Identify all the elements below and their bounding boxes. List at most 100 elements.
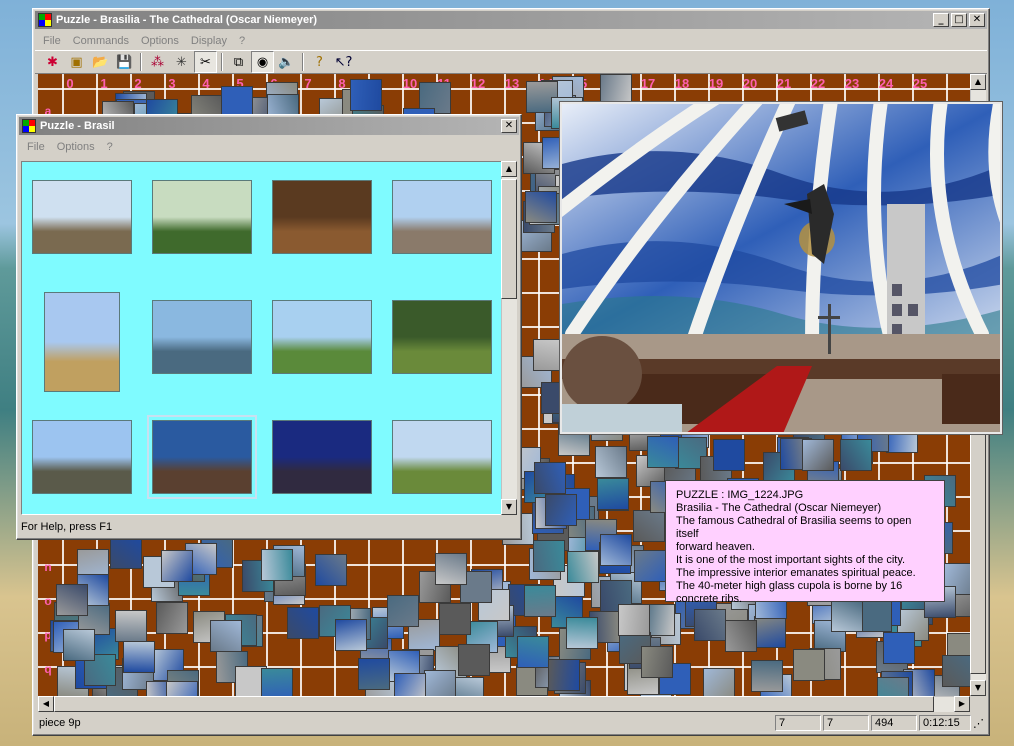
thumbnail-harbor-view[interactable] — [152, 300, 252, 374]
thumbnail-cathedral-interior[interactable] — [147, 415, 257, 499]
puzzle-piece[interactable] — [517, 636, 549, 668]
menu-commands[interactable]: Commands — [67, 35, 135, 47]
scatter-icon[interactable]: ✳ — [170, 51, 193, 73]
thumbnail-lighthouse-fort[interactable] — [32, 180, 132, 254]
scroll-right-arrow-icon[interactable]: ▶ — [954, 696, 970, 712]
puzzle-piece[interactable] — [210, 620, 242, 652]
puzzle-piece[interactable] — [877, 677, 909, 696]
context-help-icon[interactable]: ↖? — [332, 51, 355, 73]
copy-icon[interactable]: ⧉ — [227, 51, 250, 73]
puzzle-piece[interactable] — [840, 439, 872, 471]
puzzle-piece[interactable] — [110, 537, 142, 569]
scroll-up-arrow-icon[interactable]: ▲ — [501, 161, 517, 177]
puzzle-piece[interactable] — [566, 617, 598, 649]
scroll-down-arrow-icon[interactable]: ▼ — [501, 499, 517, 515]
maximize-button[interactable]: □ — [951, 13, 967, 27]
thumbnail-plaza-trees[interactable] — [152, 180, 252, 254]
puzzle-piece[interactable] — [633, 510, 665, 542]
puzzle-piece[interactable] — [793, 649, 825, 681]
puzzle-piece[interactable] — [567, 551, 599, 583]
puzzle-piece[interactable] — [548, 659, 580, 691]
thumbnail-garden-sculpture[interactable] — [392, 300, 492, 374]
scroll-thumb[interactable] — [54, 696, 934, 712]
puzzle-piece[interactable] — [545, 494, 577, 526]
main-titlebar[interactable]: Puzzle - Brasilia - The Cathedral (Oscar… — [35, 11, 987, 29]
thumbnail-colonial-street[interactable] — [392, 180, 492, 254]
menu-help[interactable]: ? — [233, 35, 251, 47]
thumbnail-white-church[interactable] — [392, 420, 492, 494]
puzzle-piece[interactable] — [942, 655, 970, 687]
resize-grip-icon[interactable]: ⋰ — [973, 717, 987, 730]
thumbnail-church-altar[interactable] — [272, 180, 372, 254]
puzzle-piece[interactable] — [751, 660, 783, 692]
thumbnail-congress-towers[interactable] — [32, 420, 132, 494]
gallery-vertical-scrollbar[interactable]: ▲ ▼ — [501, 161, 517, 515]
puzzle-piece[interactable] — [600, 534, 632, 566]
gallery-menu-help[interactable]: ? — [101, 141, 119, 153]
puzzle-piece[interactable] — [634, 550, 666, 582]
puzzle-piece[interactable] — [123, 641, 155, 673]
puzzle-piece[interactable] — [694, 609, 726, 641]
puzzle-piece[interactable] — [525, 191, 557, 223]
board-horizontal-scrollbar[interactable]: ◀ ▶ — [38, 696, 970, 712]
menu-display[interactable]: Display — [185, 35, 233, 47]
save-icon[interactable]: 💾 — [113, 51, 136, 73]
puzzle-piece[interactable] — [387, 595, 419, 627]
puzzle-piece[interactable] — [713, 439, 745, 471]
puzzle-piece[interactable] — [63, 629, 95, 661]
scroll-up-arrow-icon[interactable]: ▲ — [970, 74, 986, 90]
puzzle-piece[interactable] — [335, 619, 367, 651]
sound-icon[interactable]: 🔈 — [275, 51, 298, 73]
sort-pieces-icon[interactable]: ⁂ — [146, 51, 169, 73]
thumbnail-park-fountains[interactable] — [272, 300, 372, 374]
cut-icon[interactable]: ✂ — [194, 51, 217, 73]
gallery-close-button[interactable]: ✕ — [501, 119, 517, 133]
puzzle-piece[interactable] — [618, 604, 650, 636]
puzzle-piece[interactable] — [524, 585, 556, 617]
puzzle-piece[interactable] — [754, 616, 786, 648]
puzzle-piece[interactable] — [725, 620, 757, 652]
scroll-down-arrow-icon[interactable]: ▼ — [970, 680, 986, 696]
open-icon[interactable]: 📂 — [89, 51, 112, 73]
puzzle-piece[interactable] — [533, 540, 565, 572]
puzzle-piece[interactable] — [261, 668, 293, 696]
puzzle-piece[interactable] — [56, 584, 88, 616]
gallery-menu-options[interactable]: Options — [51, 141, 101, 153]
thumbnail-blue-sanctuary[interactable] — [272, 420, 372, 494]
puzzle-piece[interactable] — [534, 462, 566, 494]
puzzle-piece[interactable] — [394, 673, 426, 696]
puzzle-piece[interactable] — [115, 610, 147, 642]
scroll-left-arrow-icon[interactable]: ◀ — [38, 696, 54, 712]
shuffle-icon[interactable]: ✱ — [41, 51, 64, 73]
thumbnail-blue-church[interactable] — [44, 292, 120, 392]
gallery-menu-file[interactable]: File — [21, 141, 51, 153]
hint-icon[interactable]: ◉ — [251, 51, 274, 73]
puzzle-piece[interactable] — [597, 478, 629, 510]
puzzle-piece[interactable] — [350, 79, 382, 111]
puzzle-piece[interactable] — [647, 436, 679, 468]
puzzle-piece[interactable] — [315, 554, 347, 586]
help-icon[interactable]: ? — [308, 51, 331, 73]
puzzle-piece[interactable] — [424, 670, 456, 696]
new-puzzle-icon[interactable]: ▣ — [65, 51, 88, 73]
puzzle-piece[interactable] — [802, 439, 834, 471]
puzzle-piece[interactable] — [161, 550, 193, 582]
gallery-titlebar[interactable]: Puzzle - Brasil ✕ — [19, 117, 519, 135]
close-button[interactable]: ✕ — [969, 13, 985, 27]
puzzle-piece[interactable] — [883, 632, 915, 664]
menu-file[interactable]: File — [37, 35, 67, 47]
menu-options[interactable]: Options — [135, 35, 185, 47]
puzzle-piece[interactable] — [452, 677, 484, 696]
minimize-button[interactable]: _ — [933, 13, 949, 27]
puzzle-piece[interactable] — [595, 446, 627, 478]
puzzle-piece[interactable] — [166, 681, 198, 696]
puzzle-piece[interactable] — [439, 603, 471, 635]
puzzle-piece[interactable] — [703, 668, 735, 696]
puzzle-piece[interactable] — [458, 644, 490, 676]
puzzle-piece[interactable] — [261, 549, 293, 581]
puzzle-piece[interactable] — [287, 607, 319, 639]
scroll-thumb[interactable] — [501, 179, 517, 299]
puzzle-piece[interactable] — [435, 553, 467, 585]
puzzle-piece[interactable] — [641, 646, 673, 678]
puzzle-piece[interactable] — [156, 602, 188, 634]
